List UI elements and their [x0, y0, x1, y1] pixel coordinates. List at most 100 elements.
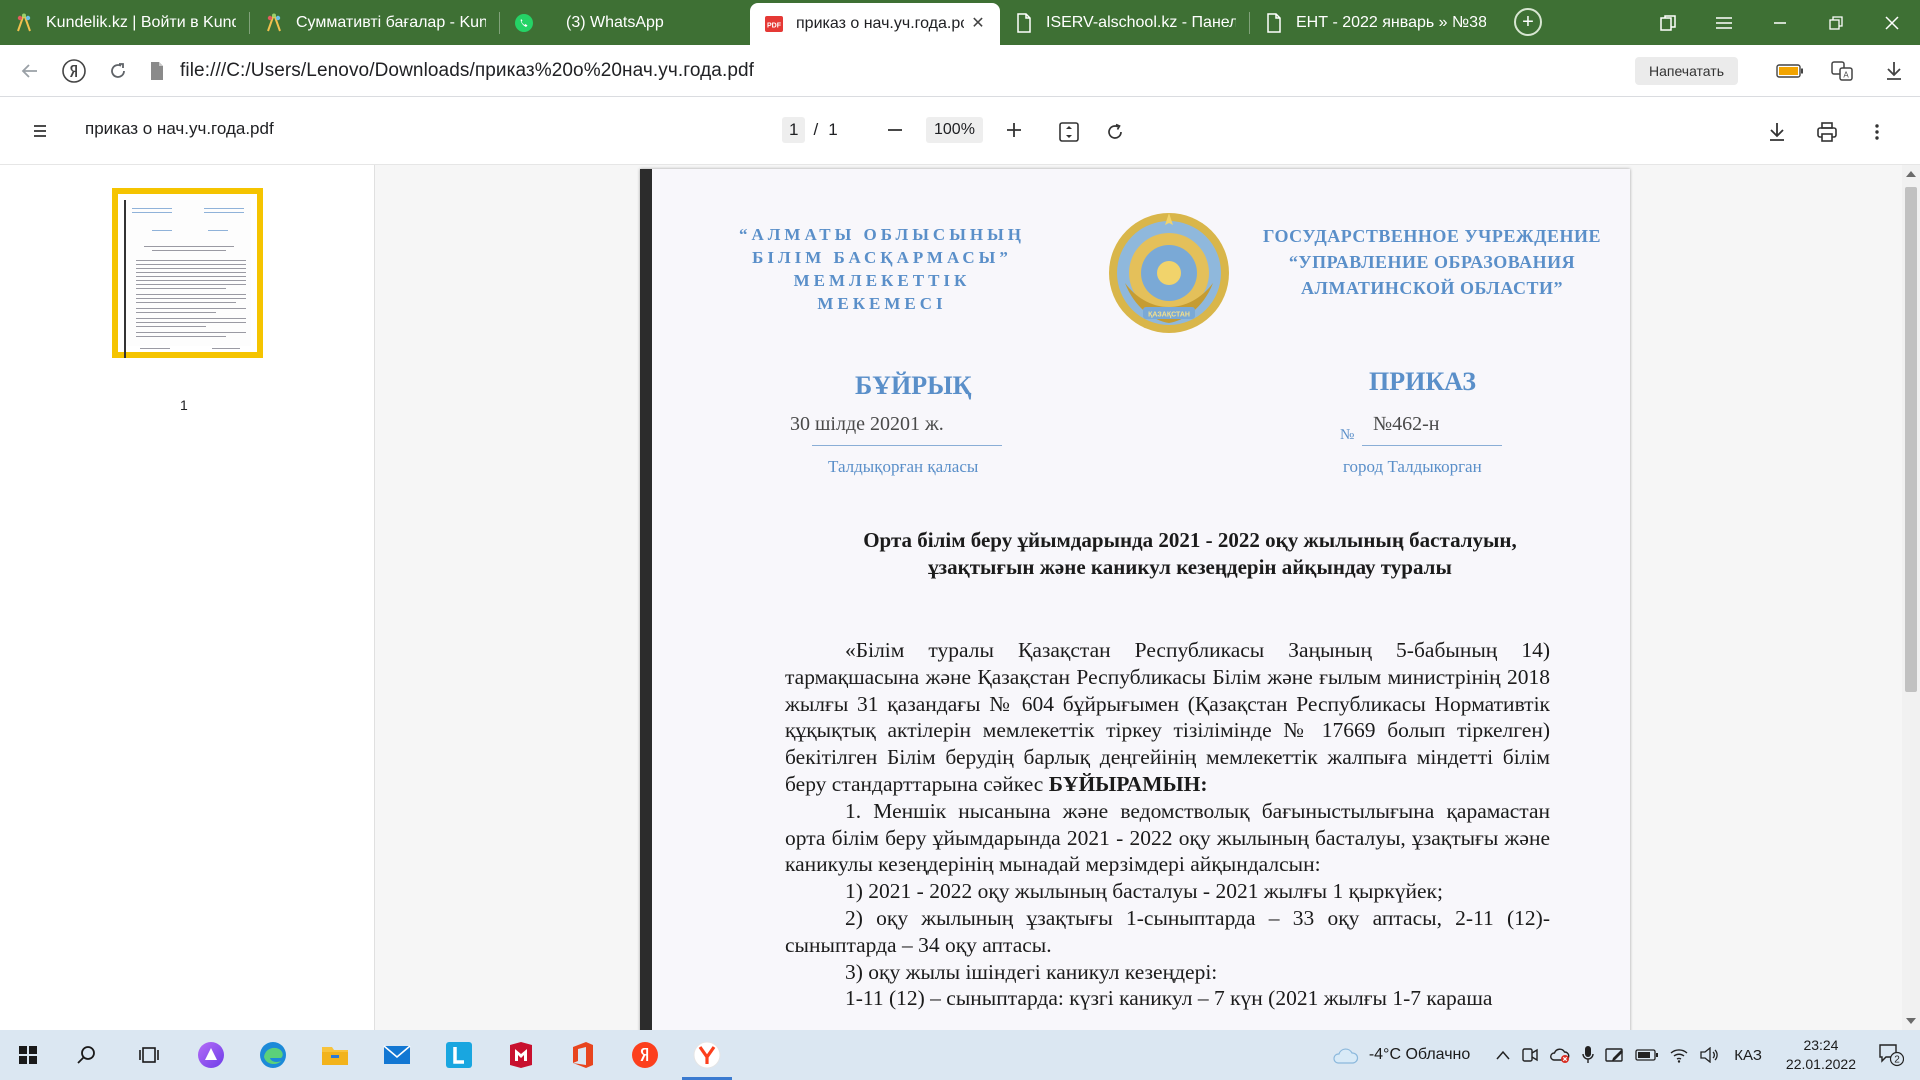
tab-collections-icon[interactable] [1640, 0, 1696, 45]
pdf-toolbar: приказ о нач.уч.года.pdf 1 / 1 100% [0, 97, 1920, 165]
header-ru-line: “УПРАВЛЕНИЕ ОБРАЗОВАНИЯ [1288, 252, 1576, 272]
tab-summative-grades[interactable]: Суммативті бағалар - Kunc [250, 0, 500, 45]
order-number: №462-н [1373, 413, 1440, 435]
reload-button[interactable] [96, 49, 140, 93]
thumbnail-page-number: 1 [180, 397, 188, 413]
microphone-icon[interactable] [1576, 1030, 1600, 1080]
tab-ent[interactable]: ЕНТ - 2022 январь » №38 [1250, 0, 1500, 45]
edge-icon[interactable] [242, 1030, 304, 1080]
tab-iserv[interactable]: ISERV-alschool.kz - Панель [1000, 0, 1250, 45]
translate-icon[interactable]: A [1816, 49, 1868, 93]
notifications-icon[interactable]: 2 [1870, 1030, 1920, 1080]
paragraph-bold: БҰЙЫРАМЫН: [1048, 771, 1208, 796]
print-page-button[interactable]: Напечатать [1634, 56, 1738, 85]
document-body: «Білім туралы Қазақстан Республикасы Заң… [785, 637, 1550, 1012]
scrollbar-thumb[interactable] [1905, 187, 1917, 692]
number-underline [1362, 445, 1502, 446]
whatsapp-icon [514, 13, 534, 33]
mail-icon[interactable] [366, 1030, 428, 1080]
scroll-down-arrow-icon[interactable] [1906, 1018, 1916, 1024]
tab-title: приказ о нач.уч.года.pc [796, 15, 964, 32]
body-paragraph: «Білім туралы Қазақстан Республикасы Заң… [785, 637, 1550, 798]
zoom-level[interactable]: 100% [926, 117, 983, 143]
pdf-print-icon[interactable] [1812, 117, 1842, 147]
lingualeo-icon[interactable] [428, 1030, 490, 1080]
body-list-item: 3) оқу жылы ішіндегі каникул кезеңдері: [845, 959, 1218, 984]
clock[interactable]: 23:24 22.01.2022 [1772, 1036, 1870, 1074]
header-ru-line: АЛМАТИНСКОЙ ОБЛАСТИ” [1301, 278, 1563, 298]
meet-now-icon[interactable] [1516, 1030, 1544, 1080]
office-icon[interactable] [552, 1030, 614, 1080]
wifi-icon[interactable] [1664, 1030, 1694, 1080]
restore-icon[interactable] [1808, 0, 1864, 45]
cloud-sync-icon[interactable] [1544, 1030, 1576, 1080]
order-date: 30 шілде 20201 ж. [790, 413, 944, 435]
body-paragraph: 1. Меншік нысанына және ведомстволық бағ… [785, 798, 1550, 877]
zoom-in-button[interactable] [999, 115, 1029, 145]
current-page-input[interactable]: 1 [782, 117, 806, 143]
zoom-controls: 100% [880, 115, 1029, 145]
download-icon[interactable] [1868, 49, 1920, 93]
more-options-icon[interactable] [1862, 117, 1892, 147]
battery-icon[interactable] [1764, 49, 1816, 93]
alice-icon[interactable] [180, 1030, 242, 1080]
tab-title: Суммативті бағалар - Kunc [296, 13, 486, 31]
svg-text:A: A [1843, 70, 1849, 79]
yandex-logo-icon[interactable] [52, 49, 96, 93]
yandex-browser-icon[interactable] [676, 1030, 738, 1080]
start-icon[interactable] [0, 1030, 56, 1080]
total-pages: 1 [828, 120, 838, 139]
body-list-item: 1-11 (12) – сыныптарда: күзгі каникул – … [845, 986, 1493, 1011]
chevron-up-icon[interactable] [1490, 1030, 1516, 1080]
tab-title: ЕНТ - 2022 январь » №38 [1296, 13, 1486, 31]
emblem-text: ҚАЗАҚСТАН [1148, 312, 1190, 319]
menu-icon[interactable] [1696, 0, 1752, 45]
address-actions: A [1764, 49, 1920, 93]
rotate-icon[interactable] [1100, 117, 1130, 147]
vertical-scrollbar[interactable] [1902, 165, 1920, 1030]
order-title-kazakh: БҰЙРЫҚ [855, 371, 972, 400]
sidebar-menu-icon[interactable] [28, 119, 52, 143]
search-icon[interactable] [56, 1030, 118, 1080]
language-indicator[interactable]: КАЗ [1724, 1030, 1772, 1080]
page-separator: / [813, 120, 819, 139]
tab-title: (3) WhatsApp [566, 13, 664, 31]
task-view-icon[interactable] [118, 1030, 180, 1080]
close-window-icon[interactable] [1864, 0, 1920, 45]
thumbnail-preview [124, 200, 251, 358]
thumbnail-sidebar: 1 [0, 165, 375, 1030]
tab-pdf-active[interactable]: PDF приказ о нач.уч.года.pc ✕ [750, 3, 1000, 45]
document-title-line: Орта білім беру ұйымдарында 2021 - 2022 … [863, 528, 1517, 552]
window-controls [1640, 0, 1920, 45]
scroll-up-arrow-icon[interactable] [1906, 171, 1916, 177]
mcafee-icon[interactable] [490, 1030, 552, 1080]
zoom-out-button[interactable] [880, 115, 910, 145]
url-text: file:///C:/Users/Lenovo/Downloads/приказ… [180, 59, 755, 81]
close-tab-icon[interactable]: ✕ [970, 16, 986, 32]
url-field[interactable]: file:///C:/Users/Lenovo/Downloads/приказ… [148, 60, 1635, 82]
page-thumbnail[interactable] [112, 188, 263, 358]
yandex-icon[interactable] [614, 1030, 676, 1080]
back-button[interactable] [8, 49, 52, 93]
kundelik-icon [264, 13, 284, 33]
tab-title: ISERV-alschool.kz - Панель [1046, 13, 1236, 31]
tab-whatsapp[interactable]: (3) WhatsApp [500, 0, 750, 45]
pen-tablet-icon[interactable] [1600, 1030, 1630, 1080]
weather-cloud-icon[interactable] [1326, 1030, 1364, 1080]
pdf-icon: PDF [764, 14, 784, 34]
weather-text[interactable]: -4°C Облачно [1364, 1030, 1490, 1080]
fit-page-icon[interactable] [1054, 117, 1084, 147]
tab-kundelik-login[interactable]: Kundelik.kz | Войти в Kund [0, 0, 250, 45]
new-tab-button[interactable]: + [1514, 8, 1542, 36]
tab-strip: Kundelik.kz | Войти в Kund Суммативті ба… [0, 0, 1920, 45]
address-bar: file:///C:/Users/Lenovo/Downloads/приказ… [0, 45, 1920, 97]
header-ru-line: ГОСУДАРСТВЕННОЕ УЧРЕЖДЕНИЕ [1262, 226, 1602, 246]
pdf-download-icon[interactable] [1762, 117, 1792, 147]
battery-tray-icon[interactable] [1630, 1030, 1664, 1080]
minimize-icon[interactable] [1752, 0, 1808, 45]
explorer-icon[interactable] [304, 1030, 366, 1080]
state-emblem-icon: ҚАЗАҚСТАН [1105, 209, 1233, 337]
volume-icon[interactable] [1694, 1030, 1724, 1080]
page-indicator: 1 / 1 [782, 117, 838, 143]
pdf-filename: приказ о нач.уч.года.pdf [85, 119, 274, 138]
